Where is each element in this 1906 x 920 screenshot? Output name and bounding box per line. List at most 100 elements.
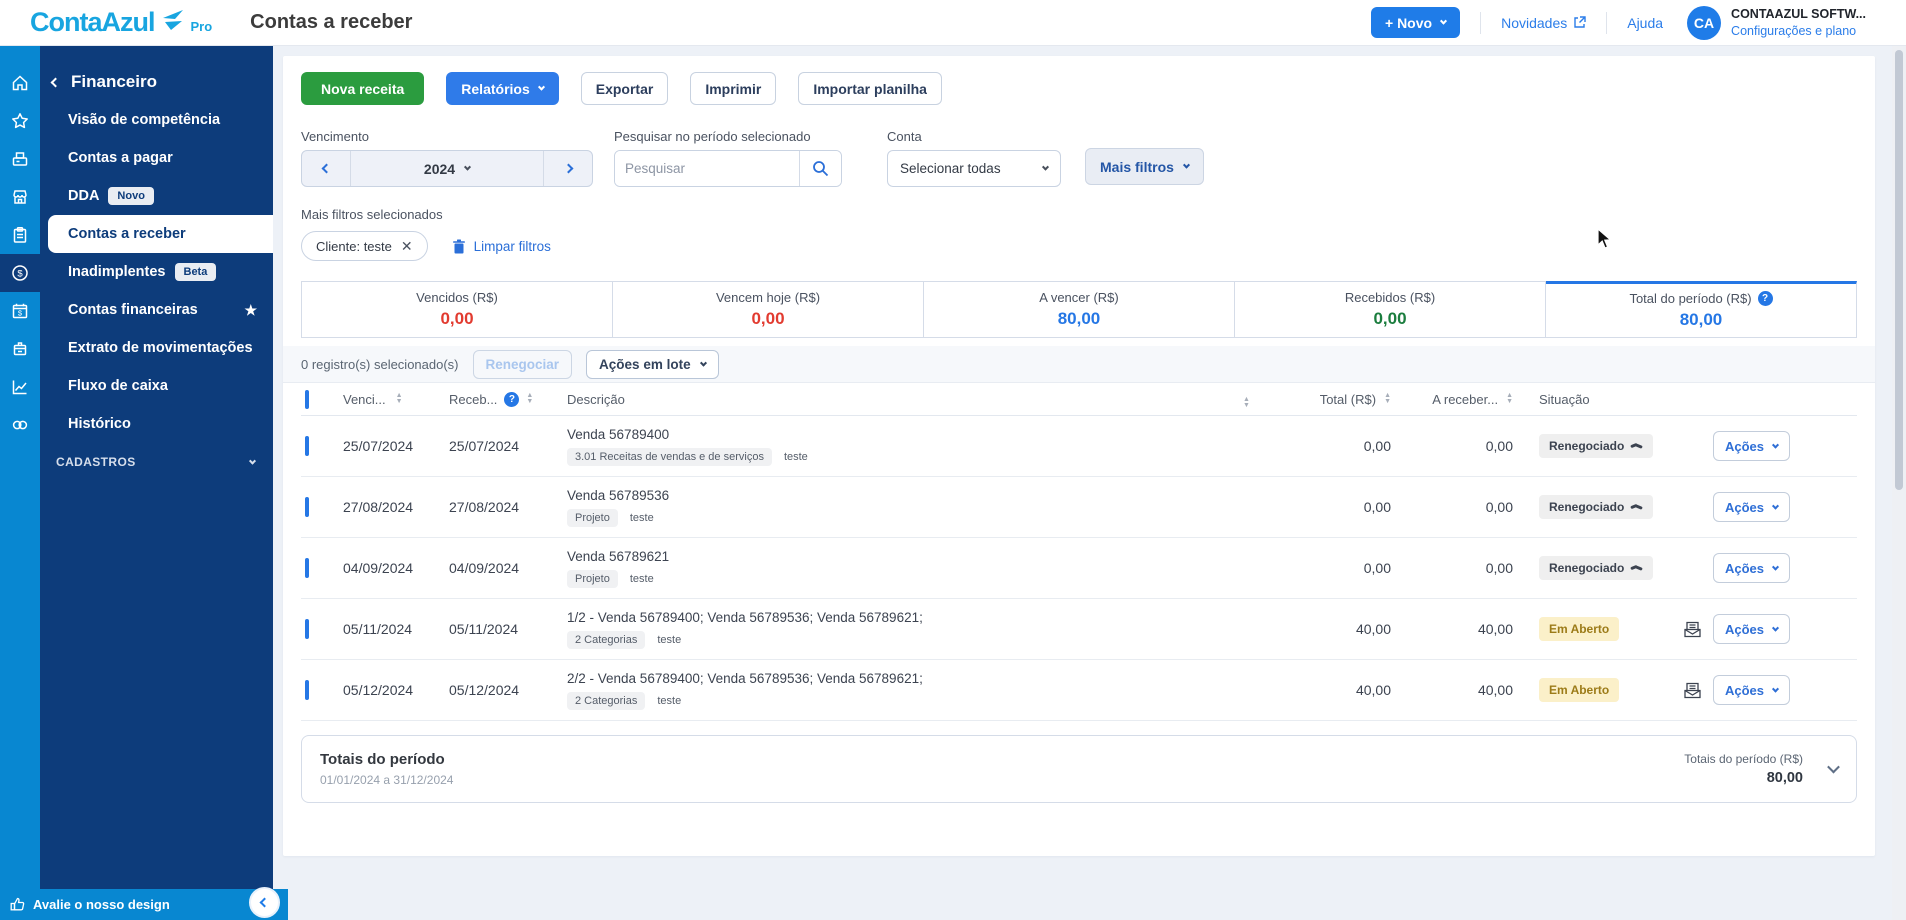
acoes-em-lote-label: Ações em lote bbox=[599, 356, 691, 372]
novidades-link[interactable]: Novidades bbox=[1501, 15, 1586, 31]
search-input[interactable] bbox=[615, 151, 799, 186]
logo-pro-label: Pro bbox=[190, 19, 213, 34]
acoes-button[interactable]: Ações bbox=[1713, 431, 1791, 461]
row-description: 1/2 - Venda 56789400; Venda 56789536; Ve… bbox=[567, 610, 923, 649]
sidebar-panel: Financeiro Visão de competência Contas a… bbox=[40, 46, 273, 889]
rail-home-icon[interactable] bbox=[0, 64, 40, 102]
sort-descricao-icon[interactable]: ▲ ▼ bbox=[1243, 396, 1250, 409]
avatar[interactable]: CA bbox=[1687, 5, 1722, 40]
rail-integrations-link-icon[interactable] bbox=[0, 406, 40, 444]
row-description-title[interactable]: Venda 56789400 bbox=[567, 427, 808, 442]
summary-value: 80,00 bbox=[1679, 310, 1723, 329]
sidebar-item-dda[interactable]: DDA Novo bbox=[40, 177, 273, 215]
relatorios-button[interactable]: Relatórios bbox=[446, 72, 559, 105]
year-selector[interactable]: 2024 bbox=[350, 151, 544, 186]
imprimir-button[interactable]: Imprimir bbox=[690, 72, 777, 105]
sort-recebimento-icon[interactable]: ▲ ▼ bbox=[526, 392, 533, 405]
renegociar-button[interactable]: Renegociar bbox=[472, 349, 573, 379]
ajuda-link[interactable]: Ajuda bbox=[1627, 15, 1663, 31]
sidebar-item-visao-de-competencia[interactable]: Visão de competência bbox=[40, 101, 273, 139]
rail-cash-register-icon[interactable] bbox=[0, 140, 40, 178]
previous-period-button[interactable] bbox=[302, 151, 350, 186]
sidebar-item-contas-a-receber[interactable]: Contas a receber bbox=[48, 215, 273, 253]
importar-planilha-button[interactable]: Importar planilha bbox=[798, 72, 942, 105]
sidebar-item-extrato-de-movimentacoes[interactable]: Extrato de movimentações bbox=[40, 329, 273, 367]
acoes-button[interactable]: Ações bbox=[1713, 492, 1791, 522]
sidebar-item-inadimplentes[interactable]: Inadimplentes Beta bbox=[40, 253, 273, 291]
mais-filtros-button[interactable]: Mais filtros bbox=[1085, 148, 1204, 185]
search-button[interactable] bbox=[799, 151, 841, 186]
sidebar-item-historico[interactable]: Histórico bbox=[40, 405, 273, 443]
rail-store-icon[interactable] bbox=[0, 178, 40, 216]
acoes-button[interactable]: Ações bbox=[1713, 614, 1791, 644]
row-a-receber-value: 40,00 bbox=[1477, 621, 1513, 637]
nova-receita-button[interactable]: Nova receita bbox=[301, 72, 425, 105]
novo-button[interactable]: + Novo bbox=[1371, 7, 1461, 38]
row-description-title[interactable]: 1/2 - Venda 56789400; Venda 56789536; Ve… bbox=[567, 610, 923, 625]
sort-a-receber-icon[interactable]: ▲ ▼ bbox=[1506, 392, 1513, 405]
boleto-envelope-icon[interactable] bbox=[1683, 681, 1702, 700]
summary-card-total-periodo[interactable]: Total do período (R$) ? 80,00 bbox=[1546, 281, 1857, 338]
sidebar-section-cadastros[interactable]: CADASTROS bbox=[40, 443, 273, 481]
conta-select-value: Selecionar todas bbox=[900, 161, 1001, 176]
sidebar-item-contas-financeiras[interactable]: Contas financeiras ★ bbox=[40, 291, 273, 329]
rail-calendar-money-icon[interactable]: $ bbox=[0, 292, 40, 330]
rail-clipboard-icon[interactable] bbox=[0, 216, 40, 254]
row-checkbox[interactable] bbox=[305, 436, 309, 456]
exportar-button[interactable]: Exportar bbox=[580, 72, 669, 105]
collapse-sidebar-button[interactable] bbox=[249, 887, 280, 918]
scrollbar-thumb[interactable] bbox=[1895, 50, 1903, 490]
remove-chip-icon[interactable]: ✕ bbox=[401, 239, 413, 253]
rail-financeiro-icon[interactable]: $ bbox=[0, 254, 40, 292]
column-total: Total (R$) bbox=[1319, 391, 1377, 407]
limpar-filtros-link[interactable]: Limpar filtros bbox=[452, 239, 551, 254]
row-description-title[interactable]: 2/2 - Venda 56789400; Venda 56789536; Ve… bbox=[567, 671, 923, 686]
search-icon bbox=[813, 161, 829, 177]
acoes-button-label: Ações bbox=[1725, 560, 1765, 576]
sort-total-icon[interactable]: ▲ ▼ bbox=[1384, 392, 1391, 405]
expand-totals-button[interactable] bbox=[1827, 760, 1840, 778]
sidebar-item-contas-a-pagar[interactable]: Contas a pagar bbox=[40, 139, 273, 177]
next-period-button[interactable] bbox=[544, 151, 592, 186]
help-icon[interactable]: ? bbox=[504, 391, 520, 407]
row-checkbox[interactable] bbox=[305, 558, 309, 578]
summary-card-vencidos[interactable]: Vencidos (R$) 0,00 bbox=[301, 281, 613, 338]
sidebar-back-financeiro[interactable]: Financeiro bbox=[40, 63, 273, 101]
help-icon[interactable]: ? bbox=[1757, 291, 1773, 306]
renegociar-label: Renegociar bbox=[485, 356, 560, 372]
category-tag: 2 Categorias bbox=[567, 630, 646, 649]
totals-left: Totais do período 01/01/2024 a 31/12/202… bbox=[320, 751, 453, 787]
summary-card-a-vencer[interactable]: A vencer (R$) 80,00 bbox=[924, 281, 1235, 338]
row-tags: 2 Categorias teste bbox=[567, 630, 923, 649]
contaazul-logo[interactable]: ContaAzul Pro bbox=[30, 9, 212, 36]
page-scrollbar[interactable] bbox=[1892, 46, 1906, 920]
acoes-em-lote-button[interactable]: Ações em lote bbox=[586, 349, 719, 379]
importar-planilha-label: Importar planilha bbox=[813, 80, 927, 97]
limpar-filtros-label: Limpar filtros bbox=[473, 238, 551, 254]
chevron-down-icon bbox=[1771, 441, 1780, 449]
acoes-button[interactable]: Ações bbox=[1713, 675, 1791, 705]
row-checkbox[interactable] bbox=[305, 619, 309, 639]
rate-design-bar[interactable]: Avalie o nosso design bbox=[0, 887, 288, 920]
account-settings-link[interactable]: Configurações e plano bbox=[1731, 23, 1866, 40]
rail-chart-icon[interactable] bbox=[0, 368, 40, 406]
summary-card-recebidos[interactable]: Recebidos (R$) 0,00 bbox=[1235, 281, 1546, 338]
column-descricao: Descrição bbox=[567, 391, 625, 407]
filter-chip-cliente-teste[interactable]: Cliente: teste ✕ bbox=[301, 231, 428, 261]
acoes-button[interactable]: Ações bbox=[1713, 553, 1791, 583]
summary-card-vencem-hoje[interactable]: Vencem hoje (R$) 0,00 bbox=[613, 281, 924, 338]
conta-select[interactable]: Selecionar todas bbox=[887, 150, 1061, 187]
row-checkbox[interactable] bbox=[305, 497, 309, 517]
sort-vencimento-icon[interactable]: ▲ ▼ bbox=[396, 392, 403, 405]
row-description-title[interactable]: Venda 56789536 bbox=[567, 488, 669, 503]
sidebar-item-fluxo-de-caixa[interactable]: Fluxo de caixa bbox=[40, 367, 273, 405]
boleto-envelope-icon[interactable] bbox=[1683, 620, 1702, 639]
summary-label: Vencem hoje (R$) bbox=[715, 290, 821, 305]
row-description-title[interactable]: Venda 56789621 bbox=[567, 549, 669, 564]
select-all-checkbox[interactable] bbox=[305, 389, 309, 409]
row-vencimento-date: 05/11/2024 bbox=[343, 621, 413, 637]
rail-stock-box-icon[interactable] bbox=[0, 330, 40, 368]
rail-favorites-icon[interactable] bbox=[0, 102, 40, 140]
row-a-receber-value: 0,00 bbox=[1485, 499, 1513, 515]
row-checkbox[interactable] bbox=[305, 680, 309, 700]
